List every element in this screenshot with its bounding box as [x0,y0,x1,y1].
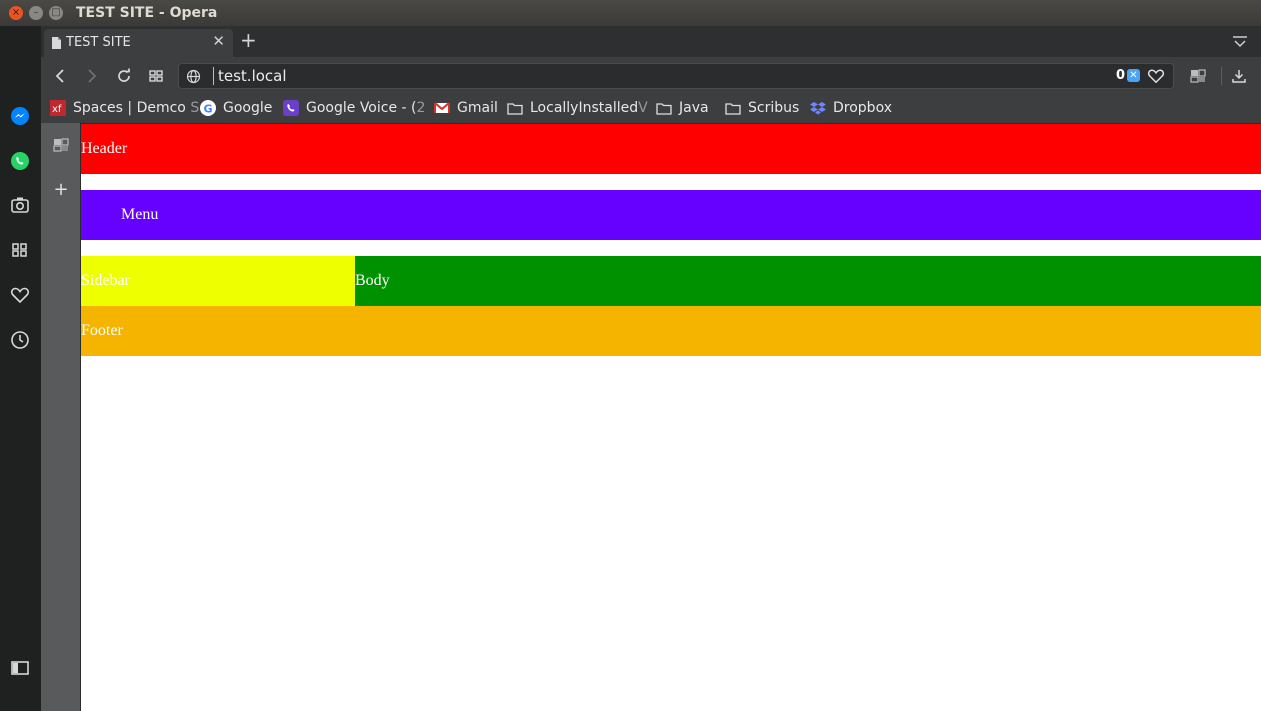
bookmark-folder-scribus[interactable]: Scribus [725,100,799,116]
bookmark-label: Scribus [748,100,800,116]
tab-menu-icon[interactable] [1232,34,1248,53]
bookmark-label-fade: V [638,100,648,116]
page-footer-block: Footer [81,306,1261,356]
google-favicon: G [200,100,216,116]
bookmark-label: Spaces | Demco S [73,100,200,116]
page-viewport: Header Menu Sidebar Body Footer [81,124,1261,711]
folder-icon [725,100,741,116]
bookmark-label: Google Voice - (2 [306,100,426,116]
page-header-text: Header [81,140,128,157]
folder-icon [656,100,672,116]
url-input[interactable]: test.local [213,67,287,85]
history-icon[interactable] [9,329,31,351]
reload-button[interactable] [115,67,133,85]
toolbar-separator [1221,67,1222,85]
page-menu-block: Menu [81,190,1261,240]
bookmark-label-fade: S [190,100,200,116]
tab-test-site[interactable]: TEST SITE ✕ [44,29,233,57]
svg-text:xf: xf [52,104,62,115]
download-icon[interactable] [1230,67,1248,85]
page-body-text: Body [355,272,390,289]
bookmark-google[interactable]: G Google [200,100,272,116]
svg-text:G: G [204,103,213,116]
navigation-toolbar: test.local 0 ✕ [41,57,1261,95]
opera-sidebar [0,26,41,711]
page-icon [51,35,62,54]
camera-icon[interactable] [9,194,31,216]
folder-icon [507,100,523,116]
bookmark-label: Dropbox [833,100,892,116]
window-titlebar: × – □ TEST SITE - Opera [0,0,1261,26]
back-button[interactable] [51,67,69,85]
speed-dial-button[interactable] [147,67,165,85]
window-minimize-button[interactable]: – [29,6,43,20]
adblocker-indicator[interactable]: 0 ✕ [1116,68,1140,83]
bookmark-label: Google [223,100,273,116]
panel-add-button[interactable]: + [52,179,70,200]
page-footer-text: Footer [81,322,123,339]
window-maximize-button[interactable]: □ [49,6,63,20]
whatsapp-icon[interactable] [9,150,31,172]
page-sidebar-text: Sidebar [81,272,130,289]
window-title: TEST SITE - Opera [76,5,218,21]
bookmark-label: Gmail [457,100,498,116]
bookmark-google-voice[interactable]: Google Voice - (2 [283,100,425,116]
bookmark-folder-java[interactable]: Java [656,100,709,116]
bookmark-spaces-demco[interactable]: xf Spaces | Demco S [50,100,199,116]
new-tab-button[interactable]: + [240,30,257,50]
xf-favicon: xf [50,100,66,116]
forward-button[interactable] [83,67,101,85]
google-voice-favicon [283,100,299,116]
heart-icon[interactable] [9,284,31,306]
bookmarks-bar: xf Spaces | Demco S G Google Google Voic… [41,95,1261,123]
page-header-block: Header [81,124,1261,174]
bookmark-dropbox[interactable]: Dropbox [810,100,892,116]
bookmark-label-fade: 2 [416,100,426,116]
adblock-shield-icon: ✕ [1127,69,1140,82]
window-close-button[interactable]: × [9,6,23,20]
sidebar-toggle-icon[interactable] [9,657,31,679]
bookmark-heart-icon[interactable] [1147,68,1165,88]
gmail-favicon [434,100,450,116]
bookmark-gmail[interactable]: Gmail [434,100,498,116]
tab-title: TEST SITE [66,35,131,50]
bookmark-folder-locallyinstalled[interactable]: LocallyInstalledV [507,100,648,116]
page-sidebar-block: Sidebar [81,256,355,306]
tab-strip: TEST SITE ✕ + [41,26,1261,57]
bookmark-label: LocallyInstalledV [530,100,648,116]
speed-dial-icon[interactable] [9,239,31,261]
tab-close-icon[interactable]: ✕ [212,34,225,49]
bookmark-label: Java [679,100,709,116]
messenger-icon[interactable] [9,105,31,127]
dropbox-favicon [810,100,826,116]
page-menu-text: Menu [121,206,159,223]
panel-snapshot-icon[interactable] [52,136,70,154]
address-bar[interactable]: test.local 0 ✕ [178,63,1174,89]
globe-icon[interactable] [186,69,201,88]
side-panel: + [41,123,80,711]
blocked-ads-count: 0 [1115,68,1125,83]
snapshot-extension-icon[interactable] [1189,67,1207,85]
page-body-block: Body [355,256,1261,306]
